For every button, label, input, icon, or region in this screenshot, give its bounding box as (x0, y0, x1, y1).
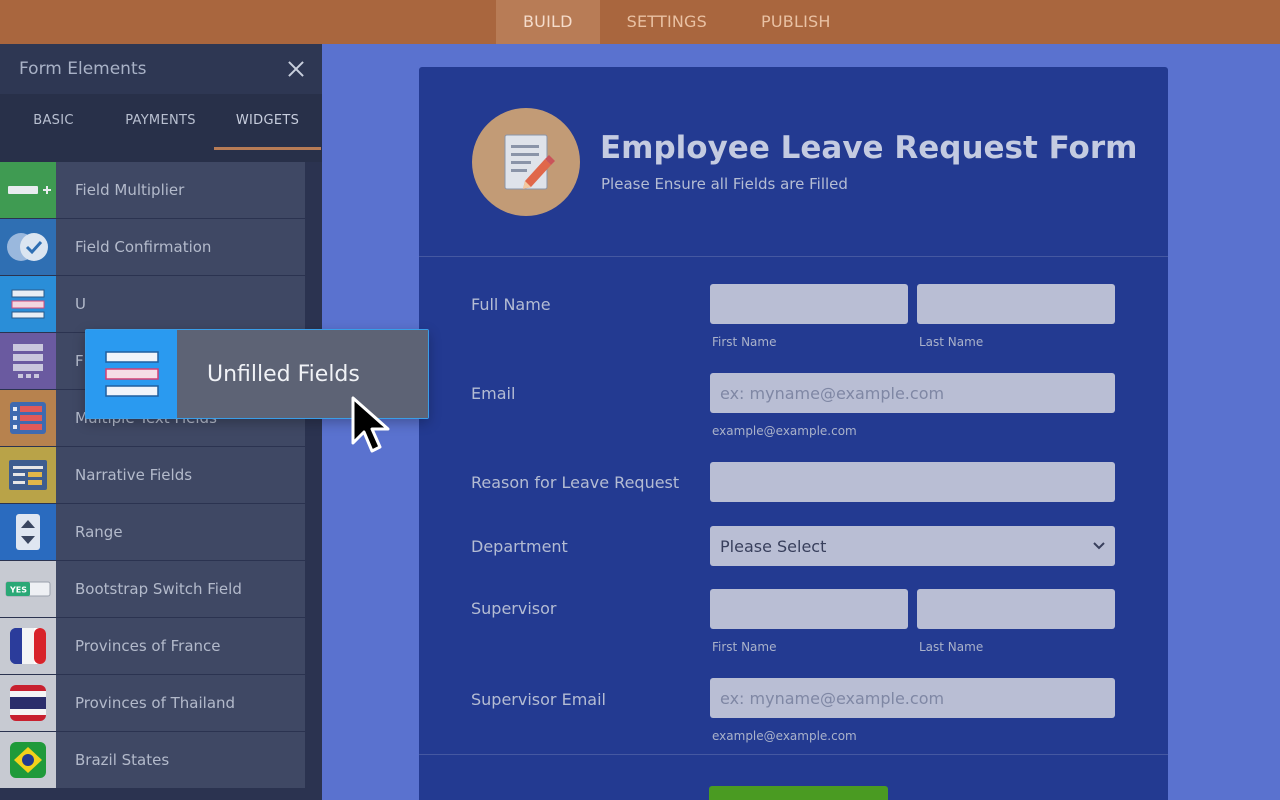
supervisor-email-field[interactable] (710, 678, 1115, 718)
field-multiplier-icon (0, 162, 56, 218)
widget-list: Field Multiplier Field Confirmation U F … (0, 162, 305, 789)
list-item-narrative-fields[interactable]: Narrative Fields (0, 447, 305, 504)
full-name-first-input[interactable] (710, 284, 908, 324)
department-select-value: Please Select (720, 536, 827, 556)
thailand-flag-icon (0, 675, 56, 731)
first-name-sublabel: First Name (712, 335, 777, 349)
tab-settings[interactable]: SETTINGS (600, 0, 734, 44)
top-nav: BUILD SETTINGS PUBLISH (496, 0, 858, 44)
mouse-cursor-icon (351, 396, 390, 453)
tab-build[interactable]: BUILD (496, 0, 600, 44)
header-divider (419, 256, 1168, 257)
panel-tabs: BASIC PAYMENTS WIDGETS (0, 94, 322, 150)
form-title: Employee Leave Request Form (600, 130, 1138, 166)
svg-text:YES: YES (9, 586, 27, 595)
list-item-label: Field Confirmation (75, 238, 212, 256)
last-name-sublabel: Last Name (919, 335, 984, 349)
supervisor-email-sublabel: example@example.com (712, 729, 857, 743)
panel-header: Form Elements (0, 44, 322, 94)
multiple-text-fields-icon (0, 390, 56, 446)
france-flag-icon (0, 618, 56, 674)
list-item-label: Provinces of Thailand (75, 694, 236, 712)
list-item-label: Brazil States (75, 751, 170, 769)
list-item-label: U (75, 295, 86, 313)
form-canvas: Employee Leave Request Form Please Ensur… (419, 67, 1168, 800)
form-fields-icon (0, 333, 56, 389)
panel-title: Form Elements (19, 59, 147, 79)
close-icon[interactable] (284, 57, 308, 81)
supervisor-label: Supervisor (471, 599, 557, 618)
panel-scrollbar[interactable] (305, 162, 322, 756)
email-field[interactable] (710, 373, 1115, 413)
unfilled-fields-icon (86, 330, 177, 418)
list-item-field-multiplier[interactable]: Field Multiplier (0, 162, 305, 219)
list-item-provinces-of-thailand[interactable]: Provinces of Thailand (0, 675, 305, 732)
tab-publish[interactable]: PUBLISH (734, 0, 858, 44)
list-item-label: Provinces of France (75, 637, 221, 655)
list-item-label: Bootstrap Switch Field (75, 580, 242, 598)
list-item-field-confirmation[interactable]: Field Confirmation (0, 219, 305, 276)
form-logo-icon (472, 108, 580, 216)
list-item-label: Field Multiplier (75, 181, 185, 199)
list-item-unfilled-fields[interactable]: U (0, 276, 305, 333)
email-label: Email (471, 384, 516, 403)
submit-button[interactable] (709, 786, 888, 800)
list-item-label: Narrative Fields (75, 466, 193, 484)
list-item-range[interactable]: Range (0, 504, 305, 561)
first-name-sublabel: First Name (712, 640, 777, 654)
reason-label: Reason for Leave Request (471, 473, 680, 492)
supervisor-last-input[interactable] (917, 589, 1115, 629)
top-bar: BUILD SETTINGS PUBLISH (0, 0, 1280, 44)
list-item-bootstrap-switch-field[interactable]: YES Bootstrap Switch Field (0, 561, 305, 618)
full-name-last-input[interactable] (917, 284, 1115, 324)
brazil-flag-icon (0, 732, 56, 788)
form-subtitle: Please Ensure all Fields are Filled (601, 175, 848, 193)
supervisor-email-label: Supervisor Email (471, 690, 606, 709)
field-confirmation-icon (0, 219, 56, 275)
full-name-label: Full Name (471, 295, 551, 314)
department-select[interactable]: Please Select (710, 526, 1115, 566)
range-icon (0, 504, 56, 560)
supervisor-first-input[interactable] (710, 589, 908, 629)
department-label: Department (471, 537, 568, 556)
list-item-brazil-states[interactable]: Brazil States (0, 732, 305, 789)
email-sublabel: example@example.com (712, 424, 857, 438)
narrative-fields-icon (0, 447, 56, 503)
reason-input[interactable] (710, 462, 1115, 502)
list-item-provinces-of-france[interactable]: Provinces of France (0, 618, 305, 675)
unfilled-fields-icon (0, 276, 56, 332)
chevron-down-icon (1093, 542, 1105, 550)
panel-tab-basic[interactable]: BASIC (0, 94, 107, 150)
panel-tab-payments[interactable]: PAYMENTS (107, 94, 214, 150)
list-item-label: Range (75, 523, 123, 541)
footer-divider (419, 754, 1168, 755)
panel-tab-widgets[interactable]: WIDGETS (214, 94, 321, 150)
switch-icon: YES (0, 561, 56, 617)
last-name-sublabel: Last Name (919, 640, 984, 654)
